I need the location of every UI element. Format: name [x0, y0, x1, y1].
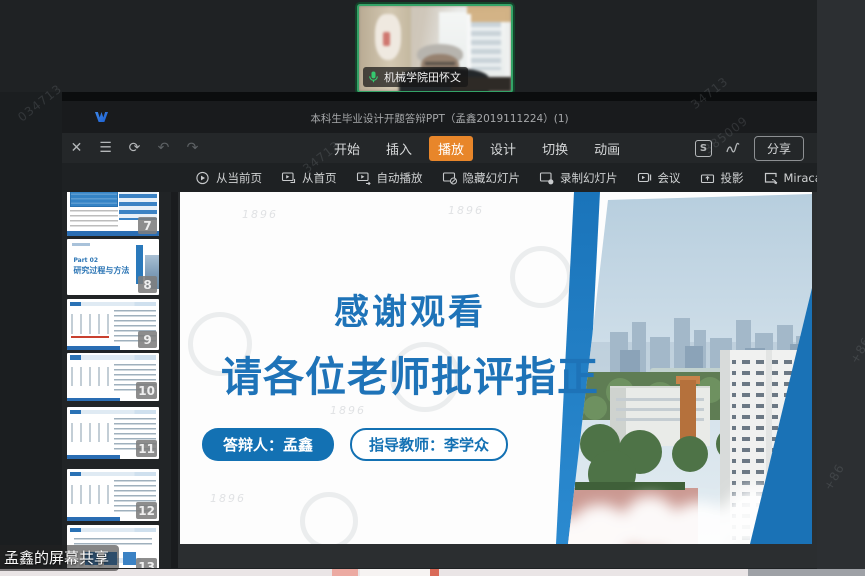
taskbar-segment: [748, 569, 865, 576]
share-button[interactable]: 分享: [754, 136, 804, 161]
slide-number-badge: 9: [138, 331, 157, 348]
toolbar-button[interactable]: 自动播放: [356, 170, 423, 186]
window-top-strip: [62, 92, 817, 101]
toolbar-button[interactable]: 从首页: [281, 170, 337, 186]
pen-squiggle-icon[interactable]: [726, 141, 740, 155]
record-slide-icon: [539, 171, 555, 185]
slide-canvas: 1896 1896 1896 1896: [178, 192, 817, 568]
participant-video[interactable]: 机械学院田怀文: [357, 4, 513, 93]
window-body: 7 Part 02 研究过程与方法 8 9: [62, 192, 817, 568]
project-icon: [700, 171, 716, 185]
slide-thumbnail[interactable]: 10: [67, 353, 159, 401]
current-slide[interactable]: 1896 1896 1896 1896: [180, 192, 812, 544]
taskbar-blob: [332, 569, 358, 576]
toolbar-button-label: 自动播放: [377, 170, 423, 186]
ribbon-tab[interactable]: 播放: [429, 136, 473, 161]
slide-number-badge: 13: [136, 558, 157, 568]
ribbon-tabs: 开始 插入 播放 设计 切换 动画: [325, 133, 629, 163]
meeting-icon: [637, 171, 653, 185]
participant-name-badge: 机械学院田怀文: [363, 67, 468, 87]
screen-share-label: 孟鑫的屏幕共享: [0, 545, 119, 571]
slideshow-s-icon[interactable]: S: [695, 140, 712, 157]
ribbon-tab[interactable]: 设计: [481, 136, 525, 161]
ribbon-tab[interactable]: 动画: [585, 136, 629, 161]
slide-thumbnail[interactable]: 12: [67, 469, 159, 521]
thumb-text-line2: 研究过程与方法: [73, 265, 129, 276]
slide-badges: 答辩人：孟鑫 指导教师：李学众: [202, 428, 508, 461]
slide-title-block: 感谢观看 请各位老师批评指正: [180, 284, 640, 403]
toolbar-button[interactable]: Miracast: [763, 171, 818, 185]
slide-thumbnail[interactable]: Part 02 研究过程与方法 8: [67, 239, 159, 295]
mic-on-icon: [367, 70, 380, 84]
toolbar-button-label: Miracast: [784, 171, 818, 185]
undo-icon[interactable]: ↶: [149, 140, 178, 156]
ribbon-right-tools: S 分享: [695, 133, 804, 163]
slide-thumbnail[interactable]: 7: [67, 192, 159, 236]
participant-name: 机械学院田怀文: [384, 69, 461, 85]
autoplay-icon: [356, 171, 372, 185]
taskbar-blob: [430, 569, 439, 576]
hide-slide-icon: [442, 171, 458, 185]
toolbar-button[interactable]: 从当前页: [195, 170, 262, 186]
slide-number-badge: 7: [138, 217, 157, 234]
toolbar-button-label: 从当前页: [216, 170, 262, 186]
toolbar-button-label: 从首页: [302, 170, 337, 186]
slide-number-badge: 12: [136, 502, 157, 519]
presentation-window: 本科生毕业设计开题答辩PPT（孟鑫2019111224）(1) ✕ ☰ ⟳ ↶ …: [62, 92, 817, 568]
thumb-text-line1: Part 02: [73, 257, 98, 264]
play-toolbar: 从当前页 从首页 自动播放 隐藏幻灯片 录制幻灯片: [62, 163, 817, 192]
play-circle-icon: [195, 171, 211, 185]
slide-thumbnail[interactable]: 9: [67, 299, 159, 350]
play-first-icon: [281, 171, 297, 185]
menu-icon[interactable]: ☰: [91, 140, 120, 156]
slide-title-line1: 感谢观看: [180, 284, 640, 335]
taskbar-blob: [360, 569, 430, 576]
toolbar-button-label: 隐藏幻灯片: [463, 170, 521, 186]
toolbar-button[interactable]: 隐藏幻灯片: [442, 170, 521, 186]
ribbon-tab[interactable]: 开始: [325, 136, 369, 161]
desktop-background-right: [817, 0, 865, 576]
toolbar-button[interactable]: 录制幻灯片: [539, 170, 618, 186]
toolbar-button-label: 投影: [721, 170, 744, 186]
thumbnail-scrollbar[interactable]: [171, 192, 178, 568]
slide-number-badge: 8: [138, 276, 157, 293]
redo-icon[interactable]: ↷: [178, 140, 207, 156]
toolbar-button[interactable]: 会议: [637, 170, 681, 186]
toolbar-button-label: 录制幻灯片: [560, 170, 618, 186]
close-icon[interactable]: ✕: [62, 140, 91, 156]
desktop-background-left: [0, 92, 62, 568]
slide-number-badge: 11: [136, 440, 157, 457]
toolbar-button-label: 会议: [658, 170, 681, 186]
toolbar-button[interactable]: 投影: [700, 170, 744, 186]
slide-number-badge: 10: [136, 382, 157, 399]
document-title: 本科生毕业设计开题答辩PPT（孟鑫2019111224）(1): [62, 111, 817, 126]
slide-title-line2: 请各位老师批评指正: [180, 343, 640, 403]
taskbar-edge: [0, 569, 865, 576]
presenter-badge: 答辩人：孟鑫: [202, 428, 334, 461]
slide-thumbnail-panel[interactable]: 7 Part 02 研究过程与方法 8 9: [62, 192, 178, 568]
slide-thumbnail[interactable]: 11: [67, 407, 159, 459]
advisor-badge: 指导教师：李学众: [350, 428, 508, 461]
ribbon-tab[interactable]: 切换: [533, 136, 577, 161]
ribbon-tab[interactable]: 插入: [377, 136, 421, 161]
window-titlebar: 本科生毕业设计开题答辩PPT（孟鑫2019111224）(1): [62, 101, 817, 133]
sync-icon[interactable]: ⟳: [120, 140, 149, 156]
miracast-icon: [763, 171, 779, 185]
